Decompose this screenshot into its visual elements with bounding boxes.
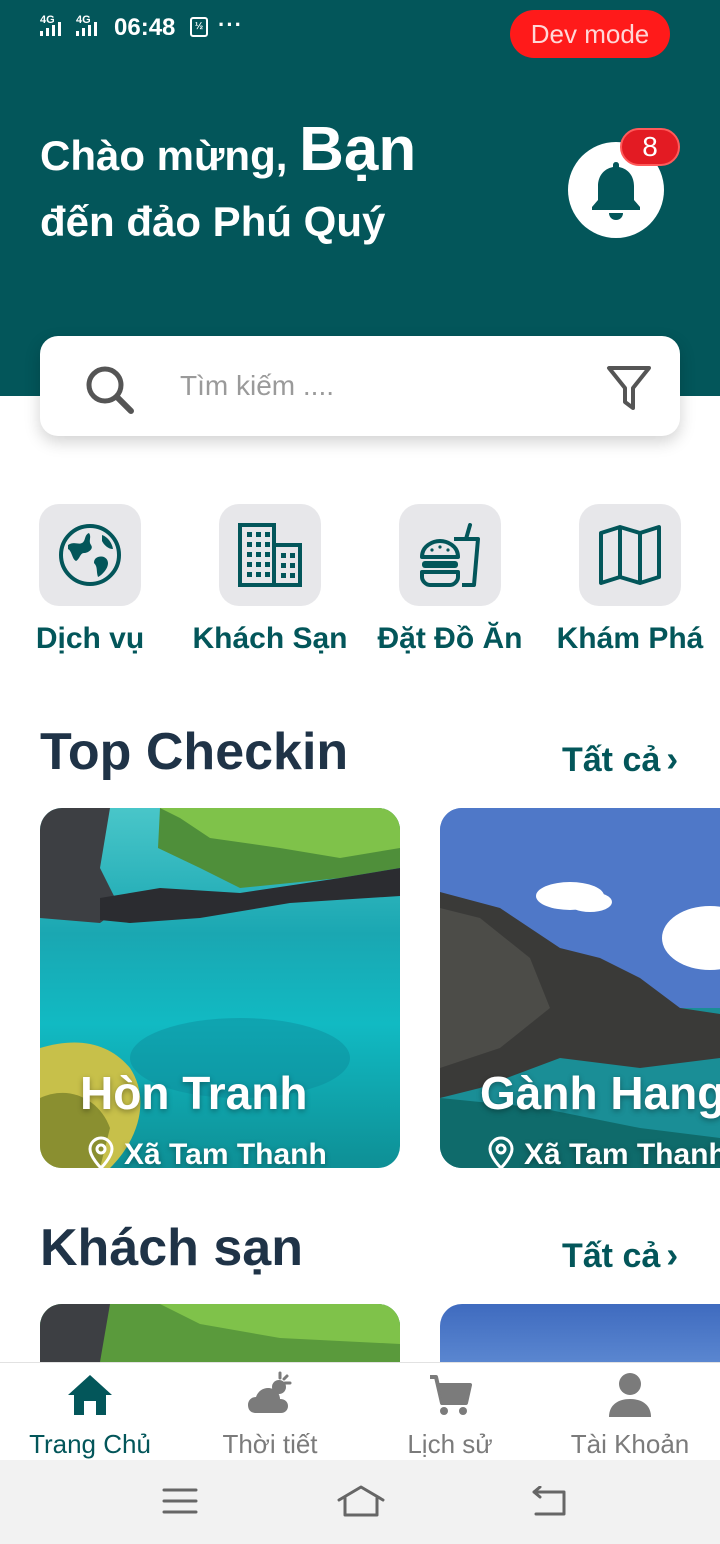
building-icon: [238, 523, 302, 587]
checkin-card[interactable]: Gành Hang Xã Tam Thanh: [440, 808, 720, 1168]
category-tile[interactable]: [39, 504, 141, 606]
category-explore[interactable]: Khám Phá: [540, 504, 720, 656]
hotel-photo: [40, 1304, 400, 1362]
hotel-card[interactable]: [440, 1304, 720, 1362]
data-usage-icon: ½: [190, 17, 208, 37]
bell-icon: [592, 162, 640, 220]
search-icon[interactable]: [84, 364, 136, 416]
nav-home[interactable]: Trang Chủ: [0, 1363, 180, 1461]
chevron-right-icon: ›: [666, 738, 679, 779]
user-name: Bạn: [299, 115, 417, 184]
category-tile[interactable]: [399, 504, 501, 606]
menu-icon[interactable]: [162, 1486, 198, 1516]
card-location-text: Xã Tam Thanh: [124, 1138, 327, 1168]
notification-badge: 8: [620, 128, 680, 166]
chevron-right-icon: ›: [666, 1234, 679, 1275]
category-tile[interactable]: [579, 504, 681, 606]
location-pin-icon: [88, 1136, 114, 1168]
globe-icon: [59, 524, 121, 586]
home-system-icon[interactable]: [336, 1484, 386, 1518]
search-bar: [40, 336, 680, 436]
category-label: Khách Sạn: [192, 622, 348, 655]
filter-icon[interactable]: [606, 364, 652, 414]
signal-icon: 4G: [40, 14, 72, 38]
user-icon: [609, 1373, 651, 1417]
weather-icon: [248, 1371, 292, 1413]
nav-label: Lịch sử: [407, 1429, 493, 1459]
top-checkin-see-all[interactable]: Tất cả ›: [562, 738, 678, 780]
category-services[interactable]: Dịch vụ: [0, 504, 180, 656]
status-time: 06:48: [114, 14, 176, 41]
nav-account[interactable]: Tài Khoản: [540, 1363, 720, 1461]
search-input[interactable]: [180, 366, 580, 406]
card-location-text: Xã Tam Thanh: [524, 1138, 720, 1168]
nav-history[interactable]: Lịch sử: [360, 1363, 540, 1461]
category-tile[interactable]: [219, 504, 321, 606]
checkin-card[interactable]: Hòn Tranh Xã Tam Thanh: [40, 808, 400, 1168]
map-icon: [599, 525, 661, 585]
category-label: Đặt Đồ Ăn: [377, 622, 523, 655]
category-hotels[interactable]: Khách Sạn: [180, 504, 360, 656]
category-label: Dịch vụ: [35, 622, 145, 655]
nav-label: Trang Chủ: [29, 1429, 151, 1459]
category-food[interactable]: Đặt Đồ Ăn: [360, 504, 540, 656]
system-nav-bar: [0, 1460, 720, 1544]
see-all-label: Tất cả: [562, 741, 661, 779]
more-icon: ···: [218, 12, 243, 37]
welcome-text: Chào mừng, Bạn đến đảo Phú Quý: [40, 112, 416, 250]
status-bar: 4G 4G 06:48 ½ ··· Dev mode: [0, 0, 720, 60]
back-icon[interactable]: [530, 1486, 570, 1518]
bottom-nav: Trang Chủ Thời tiết Lịch sử Tài Khoản: [0, 1362, 720, 1460]
welcome-subtitle: đến đảo Phú Quý: [40, 198, 386, 245]
see-all-label: Tất cả: [562, 1237, 661, 1275]
cart-icon: [430, 1375, 472, 1415]
hotels-title: Khách sạn: [40, 1219, 303, 1277]
card-title: Hòn Tranh: [80, 1067, 308, 1119]
nav-label: Tài Khoản: [570, 1429, 690, 1459]
location-pin-icon: [488, 1136, 514, 1168]
greeting: Chào mừng,: [40, 132, 288, 179]
nav-label: Thời tiết: [222, 1429, 318, 1459]
dev-mode-badge[interactable]: Dev mode: [510, 10, 670, 58]
hotels-see-all[interactable]: Tất cả ›: [562, 1234, 678, 1276]
top-checkin-title: Top Checkin: [40, 723, 349, 781]
card-location: Xã Tam Thanh: [488, 1136, 720, 1168]
signal-icon: 4G: [76, 14, 108, 38]
nav-weather[interactable]: Thời tiết: [180, 1363, 360, 1461]
card-title: Gành Hang: [480, 1067, 720, 1119]
hotel-card[interactable]: [40, 1304, 400, 1362]
category-label: Khám Phá: [556, 622, 704, 655]
card-location: Xã Tam Thanh: [88, 1136, 327, 1168]
hotel-photo: [440, 1304, 720, 1362]
burger-drink-icon: [420, 523, 480, 587]
home-icon: [68, 1375, 112, 1415]
